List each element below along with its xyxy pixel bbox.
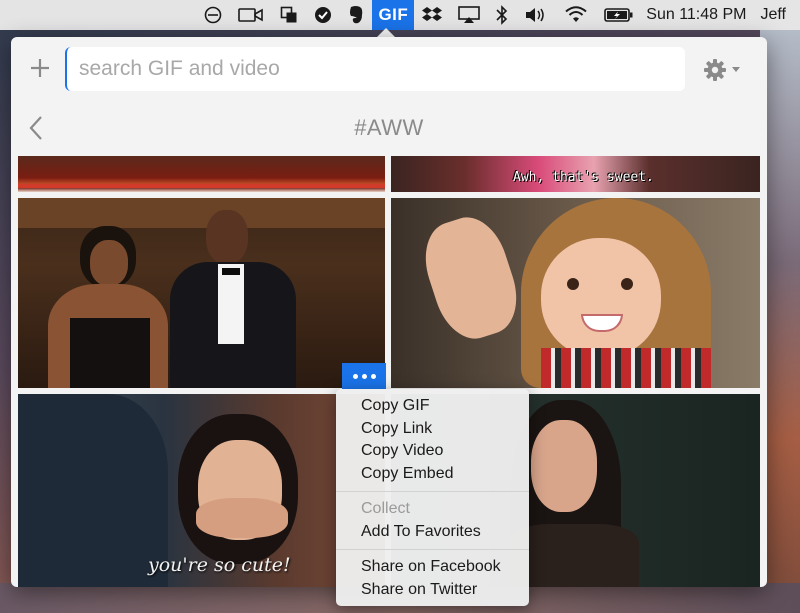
menu-item-copy-link[interactable]: Copy Link	[336, 418, 529, 441]
gif-background	[18, 198, 385, 228]
gif-figure-face	[206, 210, 248, 264]
menu-separator	[336, 491, 529, 492]
more-options-button[interactable]	[342, 363, 386, 389]
gif-figure-hands	[196, 498, 288, 538]
gif-figure-back	[18, 394, 168, 587]
search-input[interactable]	[65, 47, 685, 91]
settings-button[interactable]	[703, 57, 747, 83]
gif-figure-eye	[567, 278, 579, 290]
menu-header-collect: Collect	[361, 500, 410, 517]
evernote-icon[interactable]	[340, 0, 372, 30]
ellipsis-icon	[361, 373, 367, 379]
battery-charging-icon[interactable]	[596, 0, 642, 30]
dropbox-icon[interactable]	[414, 0, 450, 30]
menubar-user[interactable]: Jeff	[755, 0, 791, 30]
menu-separator	[336, 549, 529, 550]
gif-tile[interactable]	[18, 198, 385, 388]
gif-figure-shirt	[218, 264, 244, 344]
gif-context-menu: Copy GIF Copy Link Copy Video Copy Embed…	[336, 389, 529, 606]
plus-icon	[31, 59, 49, 77]
gif-app-label: GIF	[378, 5, 409, 24]
popover-arrow	[377, 28, 395, 37]
bluetooth-icon[interactable]	[488, 0, 516, 30]
gear-icon	[704, 59, 726, 81]
ellipsis-icon	[370, 373, 376, 379]
menu-item-share-facebook[interactable]: Share on Facebook	[336, 556, 529, 579]
gif-figure-face	[531, 420, 597, 512]
gif-figure-eye	[621, 278, 633, 290]
menu-item-copy-embed[interactable]: Copy Embed	[336, 463, 529, 486]
gif-tile[interactable]: Awh, that's sweet.	[391, 156, 760, 192]
gif-caption: Awh, that's sweet.	[513, 170, 654, 185]
chevron-down-icon	[732, 67, 740, 72]
gif-tile[interactable]: you're so cute!	[18, 394, 385, 587]
gif-tile[interactable]	[391, 198, 760, 388]
gif-app-icon[interactable]: GIF	[372, 0, 415, 30]
copy-windows-icon[interactable]	[272, 0, 306, 30]
ellipsis-icon	[352, 373, 358, 379]
wifi-icon[interactable]	[556, 0, 596, 30]
gif-figure-shirt	[541, 348, 711, 388]
menu-bar: GIF Sun 11:48 PM Jeff	[0, 0, 800, 30]
checkmark-circle-icon[interactable]	[306, 0, 340, 30]
menu-item-copy-gif[interactable]: Copy GIF	[336, 395, 529, 418]
gif-figure-bowtie	[222, 268, 240, 275]
menu-item-share-twitter[interactable]: Share on Twitter	[336, 579, 529, 602]
gif-figure-face	[541, 238, 661, 358]
airplay-icon[interactable]	[450, 0, 488, 30]
menubar-clock[interactable]: Sun 11:48 PM	[642, 0, 754, 30]
video-camera-icon[interactable]	[230, 0, 272, 30]
menu-item-copy-video[interactable]: Copy Video	[336, 440, 529, 463]
gif-caption: you're so cute!	[148, 554, 291, 576]
volume-icon[interactable]	[516, 0, 556, 30]
tag-title: #AWW	[354, 115, 424, 140]
gif-figure-hand	[414, 208, 528, 348]
gif-figure-face	[90, 240, 128, 286]
menu-item-add-favorites[interactable]: Add To Favorites	[336, 521, 529, 544]
gif-figure-dress	[70, 318, 150, 388]
add-button[interactable]	[27, 55, 53, 81]
do-not-disturb-icon[interactable]	[196, 0, 230, 30]
gif-frame-detail	[18, 184, 385, 188]
gif-tile[interactable]	[18, 156, 385, 192]
